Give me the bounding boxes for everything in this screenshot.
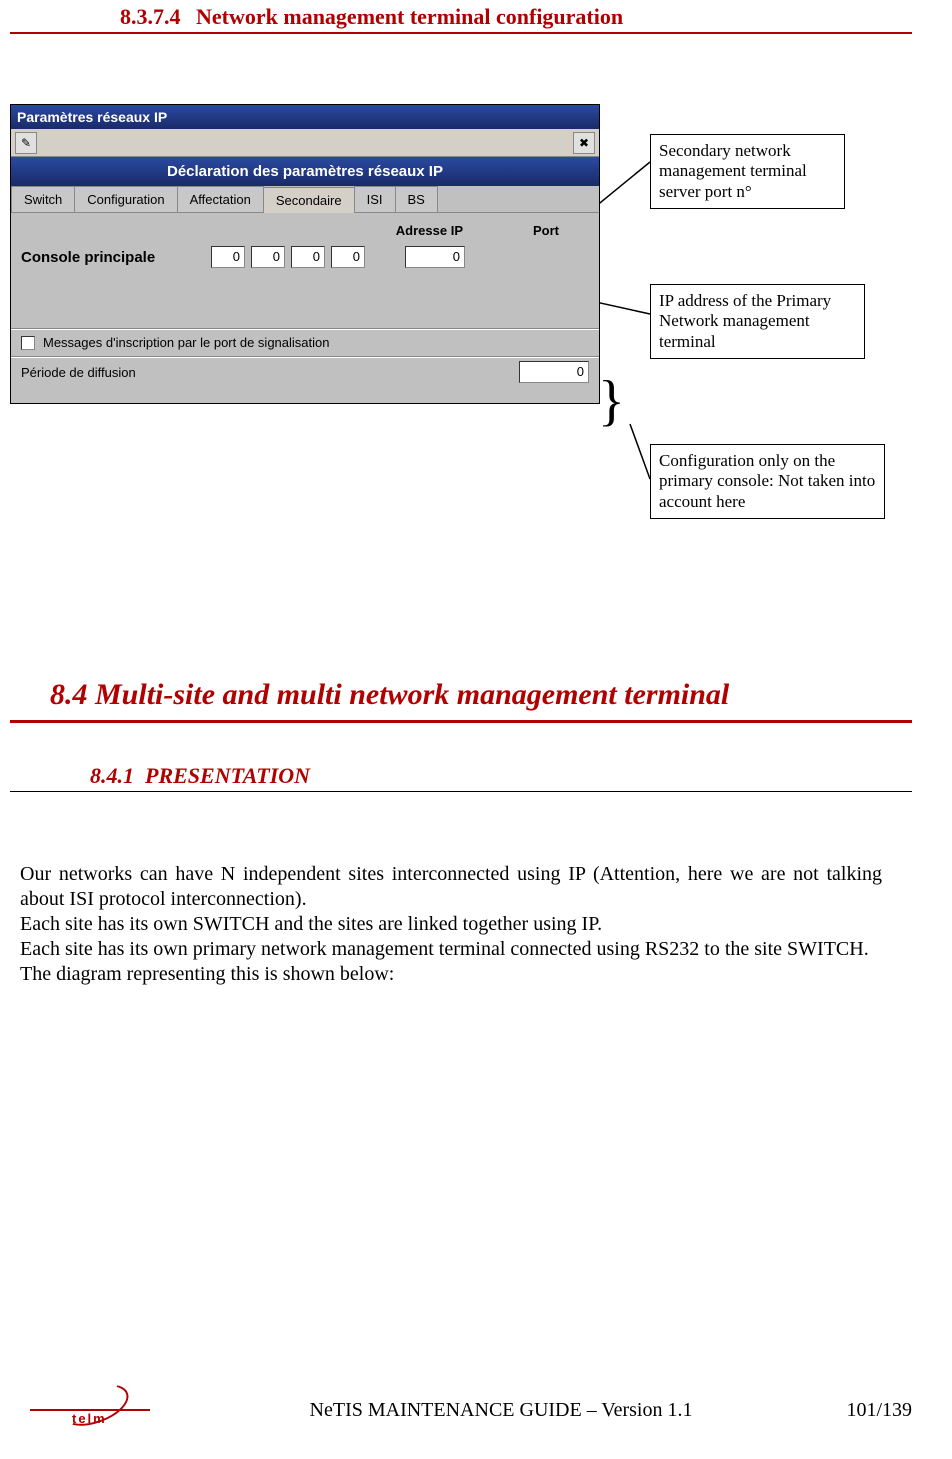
tab-affectation[interactable]: Affectation bbox=[177, 186, 264, 212]
heading-8-4-1: 8.4.1 PRESENTATION bbox=[10, 763, 912, 792]
ip-octet-4[interactable]: 0 bbox=[331, 246, 365, 268]
column-header-ip: Adresse IP bbox=[396, 223, 463, 238]
tab-switch[interactable]: Switch bbox=[11, 186, 75, 212]
pen-icon[interactable]: ✎ bbox=[15, 132, 37, 154]
body-text: Our networks can have N independent site… bbox=[10, 862, 912, 987]
label-console-principale: Console principale bbox=[21, 249, 191, 266]
brand-name: telm bbox=[72, 1411, 107, 1426]
heading-title: Multi-site and multi network management … bbox=[95, 678, 729, 711]
callout-ip-primary: IP address of the Primary Network manage… bbox=[650, 284, 865, 359]
paragraph: The diagram representing this is shown b… bbox=[20, 962, 882, 987]
footer-title: NeTIS MAINTENANCE GUIDE – Version 1.1 bbox=[190, 1399, 812, 1422]
ip-octet-3[interactable]: 0 bbox=[291, 246, 325, 268]
heading-title: Network management terminal configuratio… bbox=[196, 4, 623, 29]
heading-number: 8.4 bbox=[50, 678, 88, 711]
label-periode-diffusion: Période de diffusion bbox=[21, 365, 136, 380]
callout-secondary-port: Secondary network management terminal se… bbox=[650, 134, 845, 209]
ip-address-group: 0 0 0 0 bbox=[211, 246, 365, 268]
column-header-port: Port bbox=[533, 223, 559, 238]
ip-octet-1[interactable]: 0 bbox=[211, 246, 245, 268]
heading-title: PRESENTATION bbox=[145, 763, 310, 788]
tab-secondaire[interactable]: Secondaire bbox=[263, 187, 355, 213]
paragraph: Each site has its own SWITCH and the sit… bbox=[20, 912, 882, 937]
tab-bs[interactable]: BS bbox=[395, 186, 438, 212]
page-footer: telm NeTIS MAINTENANCE GUIDE – Version 1… bbox=[0, 1385, 952, 1435]
checkbox-messages-inscription[interactable] bbox=[21, 336, 35, 350]
port-field[interactable]: 0 bbox=[405, 246, 465, 268]
footer-page-number: 101/139 bbox=[812, 1399, 912, 1422]
dialog-panel: Adresse IP Port Console principale 0 0 0… bbox=[11, 213, 599, 403]
dialog-tabs: Switch Configuration Affectation Seconda… bbox=[11, 186, 599, 213]
paragraph: Our networks can have N independent site… bbox=[20, 862, 882, 912]
callout-primary-only: Configuration only on the primary consol… bbox=[650, 444, 885, 519]
tab-isi[interactable]: ISI bbox=[354, 186, 396, 212]
brand-logo: telm bbox=[30, 1385, 150, 1435]
checkbox-label: Messages d'inscription par le port de si… bbox=[43, 335, 329, 350]
brace-icon: } bbox=[598, 382, 625, 421]
heading-8-3-7-4: 8.3.7.4 Network management terminal conf… bbox=[10, 0, 912, 34]
dialog-parametres-reseaux-ip: Paramètres réseaux IP ✎ ✖ Déclaration de… bbox=[10, 104, 600, 404]
figure-dialog-with-callouts: Paramètres réseaux IP ✎ ✖ Déclaration de… bbox=[10, 104, 912, 524]
tab-configuration[interactable]: Configuration bbox=[74, 186, 177, 212]
heading-number: 8.4.1 bbox=[90, 763, 134, 788]
exit-icon[interactable]: ✖ bbox=[573, 132, 595, 154]
heading-8-4: 8.4 Multi-site and multi network managem… bbox=[10, 674, 912, 723]
ip-octet-2[interactable]: 0 bbox=[251, 246, 285, 268]
dialog-toolbar: ✎ ✖ bbox=[11, 129, 599, 157]
paragraph: Each site has its own primary network ma… bbox=[20, 937, 882, 962]
dialog-banner: Déclaration des paramètres réseaux IP bbox=[11, 157, 599, 186]
periode-diffusion-field[interactable]: 0 bbox=[519, 361, 589, 383]
dialog-titlebar: Paramètres réseaux IP bbox=[11, 105, 599, 129]
heading-number: 8.3.7.4 bbox=[120, 4, 181, 29]
